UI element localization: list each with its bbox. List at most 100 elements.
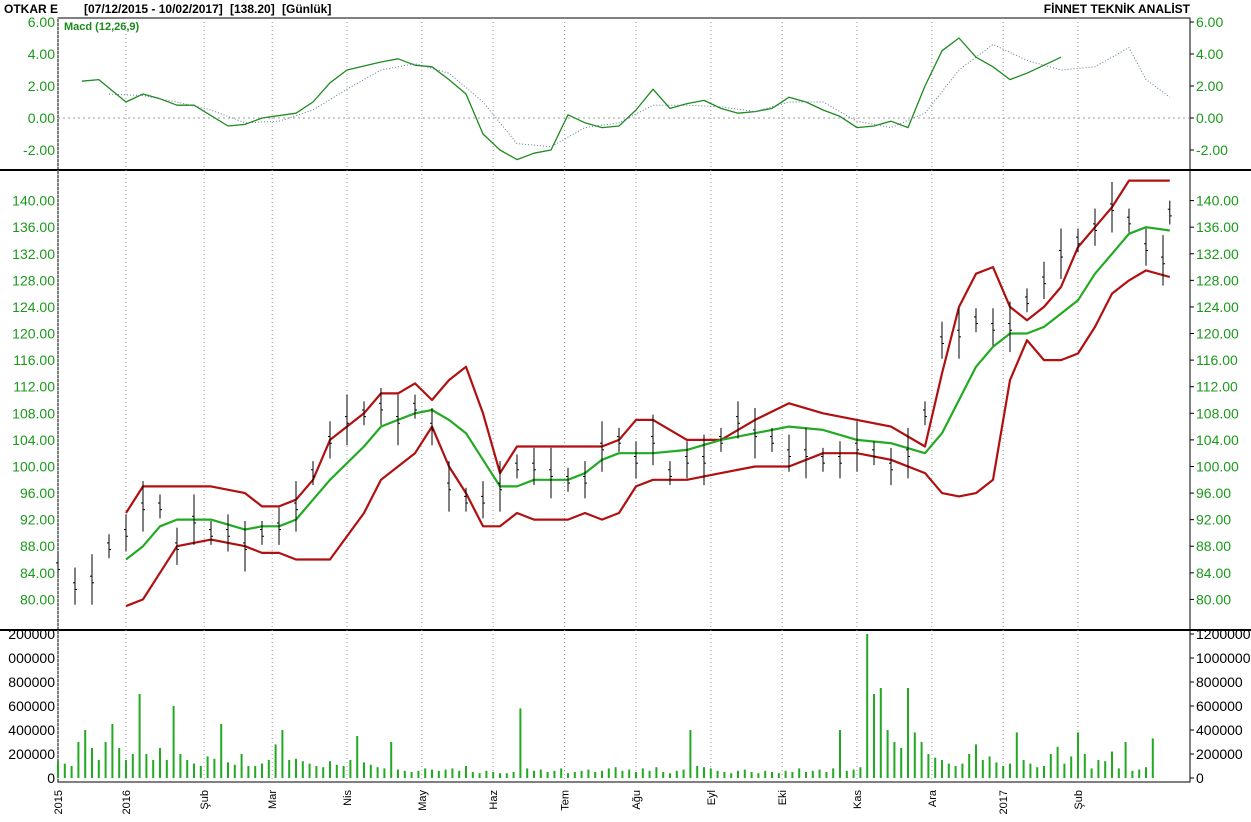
volume-panel-frame [57, 629, 1191, 783]
volume-bar [879, 688, 882, 778]
volume-bar [723, 772, 726, 778]
volume-bar [995, 762, 998, 778]
volume-bar [601, 770, 603, 778]
volume-bar [1138, 769, 1141, 778]
x-tick-label: Eki [777, 790, 789, 805]
middle-band-line [125, 226, 1170, 561]
volume-bar [220, 724, 223, 778]
volume-bar [567, 773, 569, 778]
y-tick-label-left: 100.00 [12, 458, 55, 474]
volume-bar [1070, 756, 1073, 778]
volume-bar [233, 764, 236, 778]
volume-bar [254, 766, 257, 778]
volume-bar [696, 766, 699, 778]
y-tick-label-right: 4.00 [1196, 46, 1223, 62]
macd-line [81, 37, 1062, 161]
volume-bar [648, 770, 651, 778]
volume-bar [505, 773, 508, 778]
volume-bar [77, 742, 80, 778]
volume-bar [614, 767, 617, 778]
y-tick-label-right: 2.00 [1196, 78, 1223, 94]
y-tick-label-right: 6.00 [1196, 14, 1223, 30]
y-tick-label-left: 84.00 [20, 565, 55, 581]
volume-bar [805, 772, 807, 778]
y-tick-label-left: 80.00 [20, 591, 55, 607]
y-tick-label-left: 0.00 [28, 110, 55, 126]
volume-bar [227, 762, 229, 778]
y-tick-label-right: 104.00 [1196, 432, 1239, 448]
volume-bar [57, 761, 59, 778]
volume-bar [866, 634, 869, 778]
y-tick-label-left: 800000 [8, 674, 55, 690]
upper-band-line [125, 179, 1170, 514]
volume-bar [907, 688, 909, 778]
volume-bar [553, 770, 556, 778]
x-tick-label: Ağu [631, 790, 643, 810]
volume-bar [811, 770, 814, 778]
macd-panel-frame [57, 17, 1191, 171]
y-tick-label-left: 132.00 [12, 246, 55, 262]
y-tick-label-right: 600000 [1196, 698, 1243, 714]
y-tick-label-right: 200000 [1196, 746, 1243, 762]
volume-bar [1111, 751, 1113, 778]
volume-bar [526, 768, 529, 778]
volume-bar [743, 769, 746, 778]
volume-bar [1151, 738, 1154, 778]
volume-bar [730, 773, 733, 778]
volume-bar [1063, 763, 1066, 778]
y-tick-label-left: 0 [47, 770, 55, 786]
volume-bar [247, 766, 250, 778]
y-tick-label-right: 96.00 [1196, 485, 1231, 501]
volume-bar [97, 760, 100, 778]
volume-bar [913, 732, 916, 778]
volume-bar [240, 754, 243, 778]
volume-bar [485, 770, 488, 778]
y-tick-label-left: 116.00 [13, 352, 55, 368]
volume-bar [213, 758, 216, 778]
volume-bar [709, 768, 712, 778]
volume-bar [1124, 742, 1127, 778]
volume-bar [757, 773, 760, 778]
date-range-label: [07/12/2015 - 10/02/2017] [84, 2, 223, 16]
volume-bar [1009, 763, 1011, 778]
y-tick-label-left: 400000 [8, 722, 55, 738]
volume-bar [152, 760, 155, 778]
x-tick-label: Mar [267, 790, 279, 809]
x-tick-label: 2016 [121, 790, 133, 814]
volume-bar [798, 768, 801, 778]
volume-bar [1131, 770, 1134, 778]
y-tick-label-right: 124.00 [1196, 299, 1239, 315]
x-tick-label: 2015 [53, 790, 65, 814]
volume-bar [560, 768, 563, 778]
volume-bar [675, 770, 678, 778]
y-tick-label-right: 140.00 [1196, 193, 1239, 209]
volume-bar [784, 770, 787, 778]
chart-root: OTKAR E [07/12/2015 - 10/02/2017] [138.2… [0, 0, 1251, 822]
volume-bar [988, 756, 991, 778]
y-tick-label-right: 0 [1196, 770, 1204, 786]
volume-bar [641, 768, 644, 778]
volume-bar [322, 767, 325, 778]
volume-bar [104, 742, 107, 778]
y-tick-label-left: 112.00 [13, 379, 55, 395]
signal-line [108, 43, 1171, 148]
volume-bar [975, 744, 977, 778]
y-tick-label-left: 104.00 [12, 432, 55, 448]
volume-bar [145, 754, 148, 778]
y-tick-label-right: 132.00 [1196, 246, 1239, 262]
volume-bar [1043, 766, 1045, 778]
y-tick-label-right: 100.00 [1196, 458, 1239, 474]
volume-bar [417, 770, 420, 778]
volume-bar [199, 766, 202, 778]
y-tick-label-left: 200000 [8, 746, 55, 762]
y-tick-label-left: 88.00 [20, 538, 55, 554]
volume-bar [193, 763, 195, 778]
volume-bar [369, 764, 372, 778]
y-tick-label-right: 116.00 [1196, 352, 1238, 368]
volume-bar [424, 768, 427, 778]
volume-bar [771, 772, 773, 778]
volume-bar [91, 748, 93, 778]
volume-bar [458, 770, 461, 778]
y-tick-label-left: 200000 [8, 626, 55, 642]
volume-bar [499, 773, 501, 778]
